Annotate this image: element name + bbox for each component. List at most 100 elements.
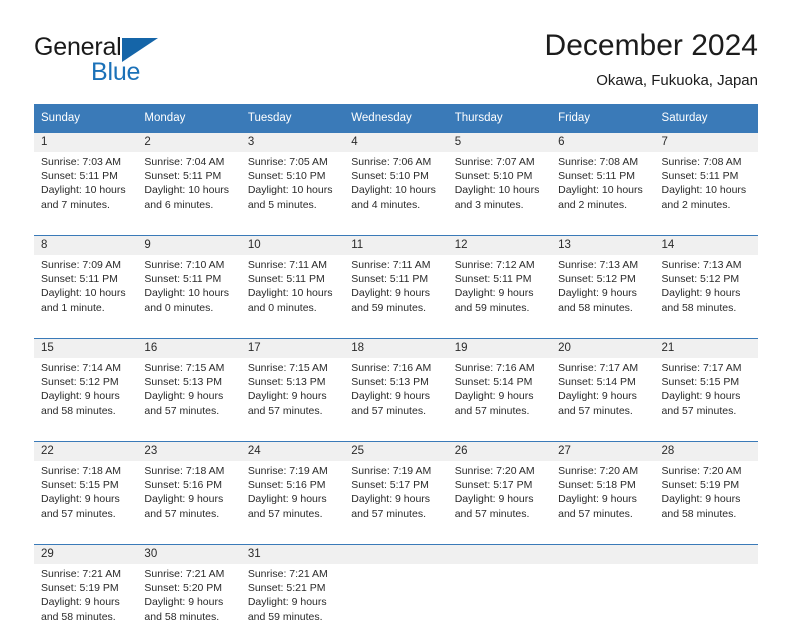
day-info-cell[interactable]: Sunrise: 7:13 AMSunset: 5:12 PMDaylight:… bbox=[655, 255, 758, 330]
day-number-cell[interactable]: 16 bbox=[137, 339, 240, 359]
sunset-text: Sunset: 5:12 PM bbox=[662, 272, 752, 286]
day-number-cell[interactable]: 2 bbox=[137, 133, 240, 153]
week-spacer-cell bbox=[34, 433, 758, 442]
sunrise-text: Sunrise: 7:13 AM bbox=[662, 258, 752, 272]
day-number-cell[interactable]: 6 bbox=[551, 133, 654, 153]
day-info-cell[interactable]: Sunrise: 7:05 AMSunset: 5:10 PMDaylight:… bbox=[241, 152, 344, 227]
week-spacer bbox=[34, 227, 758, 236]
day-number-cell[interactable]: 26 bbox=[448, 442, 551, 462]
day-info-cell[interactable]: Sunrise: 7:04 AMSunset: 5:11 PMDaylight:… bbox=[137, 152, 240, 227]
day-number-cell[interactable]: 30 bbox=[137, 545, 240, 565]
day-info-cell[interactable]: Sunrise: 7:21 AMSunset: 5:19 PMDaylight:… bbox=[34, 564, 137, 639]
daylight-text: Daylight: 10 hours and 5 minutes. bbox=[248, 183, 338, 211]
day-number-cell[interactable]: 20 bbox=[551, 339, 654, 359]
day-info-cell[interactable]: Sunrise: 7:20 AMSunset: 5:18 PMDaylight:… bbox=[551, 461, 654, 536]
day-info-cell[interactable]: Sunrise: 7:12 AMSunset: 5:11 PMDaylight:… bbox=[448, 255, 551, 330]
day-number-cell[interactable]: 19 bbox=[448, 339, 551, 359]
day-number-cell[interactable]: 27 bbox=[551, 442, 654, 462]
day-info-cell[interactable]: Sunrise: 7:08 AMSunset: 5:11 PMDaylight:… bbox=[655, 152, 758, 227]
day-info-cell[interactable]: Sunrise: 7:16 AMSunset: 5:14 PMDaylight:… bbox=[448, 358, 551, 433]
day-info-cell[interactable]: Sunrise: 7:14 AMSunset: 5:12 PMDaylight:… bbox=[34, 358, 137, 433]
day-info-cell[interactable]: Sunrise: 7:17 AMSunset: 5:14 PMDaylight:… bbox=[551, 358, 654, 433]
day-number-cell[interactable]: 3 bbox=[241, 133, 344, 153]
day-number-cell[interactable]: 11 bbox=[344, 236, 447, 256]
day-info-cell[interactable]: Sunrise: 7:10 AMSunset: 5:11 PMDaylight:… bbox=[137, 255, 240, 330]
day-info-cell[interactable]: Sunrise: 7:20 AMSunset: 5:17 PMDaylight:… bbox=[448, 461, 551, 536]
empty-day-number-cell bbox=[344, 545, 447, 565]
day-number-cell[interactable]: 12 bbox=[448, 236, 551, 256]
daylight-text: Daylight: 9 hours and 57 minutes. bbox=[558, 492, 648, 520]
calendar-week-info-row: Sunrise: 7:09 AMSunset: 5:11 PMDaylight:… bbox=[34, 255, 758, 330]
sunrise-text: Sunrise: 7:17 AM bbox=[558, 361, 648, 375]
day-number-cell[interactable]: 23 bbox=[137, 442, 240, 462]
day-number-cell[interactable]: 5 bbox=[448, 133, 551, 153]
day-info-cell[interactable]: Sunrise: 7:19 AMSunset: 5:17 PMDaylight:… bbox=[344, 461, 447, 536]
calendar-week-number-row: 891011121314 bbox=[34, 236, 758, 256]
day-number-cell[interactable]: 8 bbox=[34, 236, 137, 256]
weekday-header-saturday: Saturday bbox=[655, 104, 758, 133]
day-info-cell[interactable]: Sunrise: 7:03 AMSunset: 5:11 PMDaylight:… bbox=[34, 152, 137, 227]
day-info-cell[interactable]: Sunrise: 7:17 AMSunset: 5:15 PMDaylight:… bbox=[655, 358, 758, 433]
day-number-cell[interactable]: 7 bbox=[655, 133, 758, 153]
day-number-cell[interactable]: 22 bbox=[34, 442, 137, 462]
sunrise-text: Sunrise: 7:20 AM bbox=[455, 464, 545, 478]
day-number-cell[interactable]: 24 bbox=[241, 442, 344, 462]
sunrise-text: Sunrise: 7:18 AM bbox=[41, 464, 131, 478]
day-info-cell[interactable]: Sunrise: 7:16 AMSunset: 5:13 PMDaylight:… bbox=[344, 358, 447, 433]
day-number-cell[interactable]: 15 bbox=[34, 339, 137, 359]
day-info-cell[interactable]: Sunrise: 7:21 AMSunset: 5:20 PMDaylight:… bbox=[137, 564, 240, 639]
empty-day-info-cell bbox=[655, 564, 758, 639]
day-info-cell[interactable]: Sunrise: 7:13 AMSunset: 5:12 PMDaylight:… bbox=[551, 255, 654, 330]
daylight-text: Daylight: 9 hours and 59 minutes. bbox=[455, 286, 545, 314]
calendar-page: General Blue December 2024 Okawa, Fukuok… bbox=[0, 0, 792, 612]
day-info-cell[interactable]: Sunrise: 7:08 AMSunset: 5:11 PMDaylight:… bbox=[551, 152, 654, 227]
sunset-text: Sunset: 5:11 PM bbox=[144, 169, 234, 183]
day-number-cell[interactable]: 21 bbox=[655, 339, 758, 359]
daylight-text: Daylight: 9 hours and 58 minutes. bbox=[558, 286, 648, 314]
sunrise-text: Sunrise: 7:04 AM bbox=[144, 155, 234, 169]
empty-day-number-cell bbox=[448, 545, 551, 565]
sunrise-text: Sunrise: 7:14 AM bbox=[41, 361, 131, 375]
calendar-week-info-row: Sunrise: 7:18 AMSunset: 5:15 PMDaylight:… bbox=[34, 461, 758, 536]
daylight-text: Daylight: 9 hours and 58 minutes. bbox=[41, 389, 131, 417]
day-number-cell[interactable]: 28 bbox=[655, 442, 758, 462]
daylight-text: Daylight: 9 hours and 57 minutes. bbox=[144, 492, 234, 520]
calendar-week-info-row: Sunrise: 7:21 AMSunset: 5:19 PMDaylight:… bbox=[34, 564, 758, 639]
calendar-week-number-row: 293031 bbox=[34, 545, 758, 565]
day-number-cell[interactable]: 17 bbox=[241, 339, 344, 359]
day-number-cell[interactable]: 29 bbox=[34, 545, 137, 565]
day-number-cell[interactable]: 13 bbox=[551, 236, 654, 256]
day-info-cell[interactable]: Sunrise: 7:06 AMSunset: 5:10 PMDaylight:… bbox=[344, 152, 447, 227]
sunrise-text: Sunrise: 7:21 AM bbox=[248, 567, 338, 581]
day-info-cell[interactable]: Sunrise: 7:20 AMSunset: 5:19 PMDaylight:… bbox=[655, 461, 758, 536]
day-number-cell[interactable]: 10 bbox=[241, 236, 344, 256]
calendar-week-number-row: 22232425262728 bbox=[34, 442, 758, 462]
sunrise-text: Sunrise: 7:21 AM bbox=[41, 567, 131, 581]
sunrise-text: Sunrise: 7:12 AM bbox=[455, 258, 545, 272]
day-info-cell[interactable]: Sunrise: 7:19 AMSunset: 5:16 PMDaylight:… bbox=[241, 461, 344, 536]
day-info-cell[interactable]: Sunrise: 7:07 AMSunset: 5:10 PMDaylight:… bbox=[448, 152, 551, 227]
day-info-cell[interactable]: Sunrise: 7:18 AMSunset: 5:16 PMDaylight:… bbox=[137, 461, 240, 536]
calendar-week-number-row: 15161718192021 bbox=[34, 339, 758, 359]
day-info-cell[interactable]: Sunrise: 7:15 AMSunset: 5:13 PMDaylight:… bbox=[137, 358, 240, 433]
brand-name-blue: Blue bbox=[91, 58, 140, 86]
day-number-cell[interactable]: 4 bbox=[344, 133, 447, 153]
day-info-cell[interactable]: Sunrise: 7:11 AMSunset: 5:11 PMDaylight:… bbox=[241, 255, 344, 330]
day-info-cell[interactable]: Sunrise: 7:11 AMSunset: 5:11 PMDaylight:… bbox=[344, 255, 447, 330]
day-number-cell[interactable]: 9 bbox=[137, 236, 240, 256]
day-number-cell[interactable]: 25 bbox=[344, 442, 447, 462]
weekday-header-sunday: Sunday bbox=[34, 104, 137, 133]
day-info-cell[interactable]: Sunrise: 7:18 AMSunset: 5:15 PMDaylight:… bbox=[34, 461, 137, 536]
day-number-cell[interactable]: 18 bbox=[344, 339, 447, 359]
day-info-cell[interactable]: Sunrise: 7:21 AMSunset: 5:21 PMDaylight:… bbox=[241, 564, 344, 639]
day-number-cell[interactable]: 31 bbox=[241, 545, 344, 565]
brand-logo[interactable]: General Blue bbox=[34, 33, 254, 89]
day-info-cell[interactable]: Sunrise: 7:09 AMSunset: 5:11 PMDaylight:… bbox=[34, 255, 137, 330]
title-block: December 2024 Okawa, Fukuoka, Japan bbox=[545, 28, 758, 92]
daylight-text: Daylight: 9 hours and 57 minutes. bbox=[558, 389, 648, 417]
sunrise-text: Sunrise: 7:21 AM bbox=[144, 567, 234, 581]
day-number-cell[interactable]: 1 bbox=[34, 133, 137, 153]
day-number-cell[interactable]: 14 bbox=[655, 236, 758, 256]
page-subtitle: Okawa, Fukuoka, Japan bbox=[545, 70, 758, 92]
day-info-cell[interactable]: Sunrise: 7:15 AMSunset: 5:13 PMDaylight:… bbox=[241, 358, 344, 433]
